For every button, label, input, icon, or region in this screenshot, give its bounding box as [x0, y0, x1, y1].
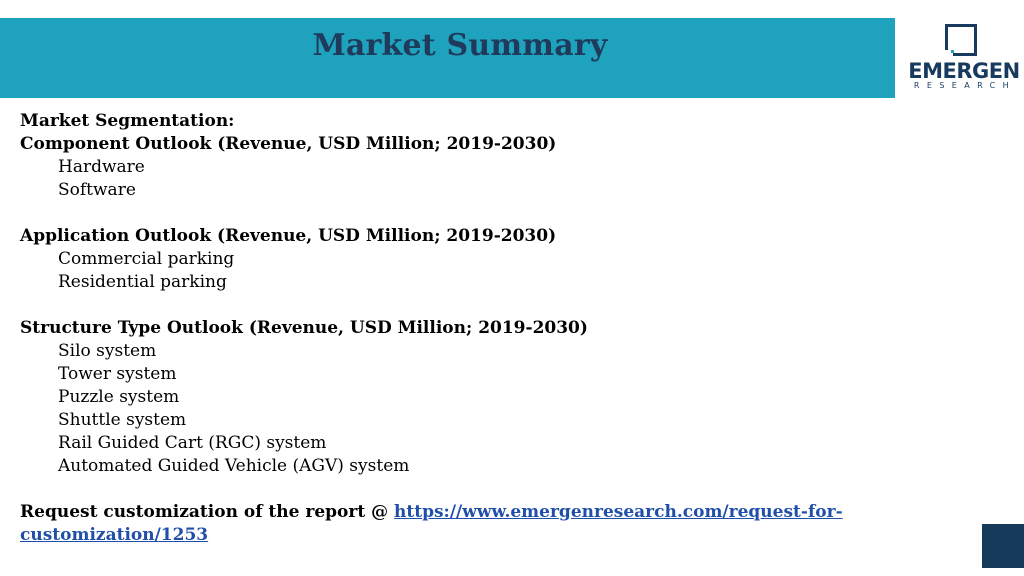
list-item: Software [58, 180, 136, 200]
market-summary-content: Market Segmentation: Component Outlook (… [20, 110, 900, 547]
request-customization: Request customization of the report @ ht… [20, 501, 900, 524]
logo-subtitle: RESEARCH [913, 81, 1017, 90]
list-item: Rail Guided Cart (RGC) system [58, 433, 327, 453]
structure-type-outlook-title: Structure Type Outlook (Revenue, USD Mil… [20, 318, 588, 338]
request-customization-cont: customization/1253 [20, 524, 900, 547]
list-item: Residential parking [58, 272, 227, 292]
list-item: Puzzle system [58, 387, 180, 407]
application-outlook-title: Application Outlook (Revenue, USD Millio… [20, 226, 557, 246]
corner-decoration [982, 524, 1024, 568]
logo-wordmark: EMERGEN [908, 59, 1020, 83]
page-title: Market Summary [312, 28, 608, 63]
list-item: Shuttle system [58, 410, 187, 430]
list-item: Automated Guided Vehicle (AGV) system [58, 456, 410, 476]
list-item: Commercial parking [58, 249, 235, 269]
segmentation-heading: Market Segmentation: [20, 111, 235, 131]
logo-square-icon [945, 24, 977, 56]
component-outlook-title: Component Outlook (Revenue, USD Million;… [20, 134, 557, 154]
list-item: Hardware [58, 157, 145, 177]
list-item: Tower system [58, 364, 177, 384]
request-prefix: Request customization of the report @ [20, 502, 395, 522]
request-customization-link-cont[interactable]: customization/1253 [20, 525, 208, 545]
emergen-research-logo: EMERGEN RESEARCH [905, 22, 1023, 94]
request-customization-link[interactable]: https://www.emergenresearch.com/request-… [394, 502, 843, 522]
list-item: Silo system [58, 341, 157, 361]
